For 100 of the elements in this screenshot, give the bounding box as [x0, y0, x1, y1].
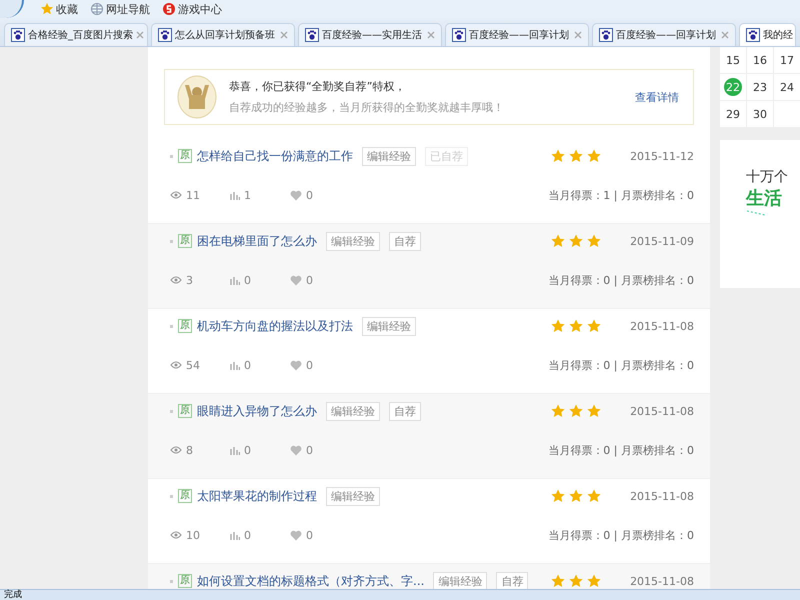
paw-icon — [599, 28, 613, 42]
close-icon — [136, 31, 144, 39]
original-badge: 原 — [178, 234, 192, 248]
bar-chart-icon — [230, 530, 240, 540]
star-icon — [569, 404, 584, 418]
calendar-day[interactable]: 24 — [778, 78, 796, 96]
bar-chart-icon — [230, 276, 240, 284]
calendar-day[interactable]: 30 — [751, 105, 769, 123]
browser-tab[interactable]: 怎么从回享计划预备班 — [151, 23, 295, 46]
like-count: 0 — [306, 358, 313, 372]
calendar-day[interactable]: 16 — [751, 51, 769, 69]
like-count: 0 — [306, 528, 313, 542]
like-count: 0 — [306, 188, 313, 202]
eye-icon — [170, 361, 182, 369]
tag-button[interactable]: 编辑经验 — [326, 232, 380, 250]
paw-icon — [305, 28, 319, 42]
date-text: 2015-11-12 — [630, 150, 694, 162]
heart-icon — [290, 274, 302, 286]
calendar-day[interactable]: 29 — [724, 105, 742, 123]
experience-title-link[interactable]: 太阳苹果花的制作过程 — [197, 488, 317, 504]
tag-button[interactable]: 编辑经验 — [362, 146, 416, 166]
star-icon — [587, 404, 602, 418]
date-text: 2015-11-08 — [630, 574, 694, 588]
browser-tab[interactable]: 百度经验——回享计划 — [445, 23, 589, 46]
monthly-votes-text: 当月得票：0 | 月票榜排名：0 — [548, 272, 694, 288]
tag-button[interactable]: 编辑经验 — [433, 572, 488, 589]
eye-icon — [170, 446, 182, 454]
star-icon — [587, 489, 602, 503]
view-count: 8 — [186, 444, 193, 456]
browser-tab[interactable]: 我的经 — [739, 23, 796, 46]
tag-button[interactable]: 自荐 — [389, 402, 421, 420]
monthly-votes-text: 当月得票：0 | 月票榜排名：0 — [548, 442, 694, 458]
tag-button[interactable]: 编辑经验 — [326, 402, 380, 420]
banner-text: 十万个 — [746, 168, 789, 186]
original-badge: 原 — [178, 149, 192, 163]
view-count: 3 — [186, 274, 193, 286]
bookmark-link[interactable]: 网址导航 — [90, 2, 150, 16]
vote-count: 1 — [244, 188, 251, 202]
star-icon — [551, 489, 566, 503]
trophy-person-icon — [177, 75, 217, 119]
like-count: 0 — [306, 444, 313, 456]
banner-headline: 生活 — [746, 187, 783, 210]
bar-chart-icon — [230, 446, 240, 454]
vote-count: 0 — [244, 358, 251, 372]
star-icon — [569, 234, 584, 248]
view-count: 11 — [186, 188, 200, 202]
tag-button[interactable]: 编辑经验 — [326, 486, 380, 506]
tab-title: 百度经验——回享计划 — [469, 28, 570, 42]
star-icon — [587, 149, 602, 163]
experience-title-link[interactable]: 眼睛进入异物了怎么办 — [197, 402, 317, 420]
star-icon — [587, 234, 602, 248]
calendar-day[interactable]: 23 — [751, 78, 769, 96]
paw-icon — [452, 28, 466, 42]
original-badge: 原 — [178, 489, 192, 503]
original-badge: 原 — [178, 404, 192, 418]
star-icon — [587, 319, 602, 333]
heart-icon — [290, 190, 302, 200]
tag-button[interactable]: 自荐 — [496, 572, 528, 589]
star-icon — [569, 319, 584, 333]
heart-icon — [290, 530, 302, 540]
browser-tab[interactable]: 合格经验_百度图片搜索 — [4, 23, 148, 46]
close-icon — [280, 31, 288, 39]
tab-title: 百度经验——实用生活 — [322, 28, 423, 42]
experience-title-link[interactable]: 怎样给自己找一份满意的工作 — [197, 148, 353, 164]
tag-button[interactable]: 编辑经验 — [362, 316, 416, 336]
vote-count: 0 — [244, 444, 251, 456]
star-icon — [551, 319, 566, 333]
experience-title-link[interactable]: 如何设置文档的标题格式（对齐方式、字... — [197, 572, 424, 589]
star-icon — [551, 234, 566, 248]
globe-icon — [90, 2, 104, 16]
tab-title: 怎么从回享计划预备班 — [175, 28, 276, 42]
details-link[interactable]: 查看详情 — [635, 90, 679, 104]
monthly-votes-text: 当月得票：0 | 月票榜排名：0 — [548, 358, 694, 372]
notice-title: 恭喜，你已获得“全勤奖自荐”特权， — [229, 79, 406, 94]
experience-title-link[interactable]: 困在电梯里面了怎么办 — [197, 232, 317, 250]
vote-count: 0 — [244, 528, 251, 542]
original-badge: 原 — [178, 574, 192, 588]
eye-icon — [170, 276, 182, 284]
browser-tab[interactable]: 百度经验——实用生活 — [298, 23, 442, 46]
star-icon — [569, 149, 584, 163]
bookmark-link[interactable]: 收藏 — [40, 2, 78, 16]
star-icon — [40, 2, 54, 16]
bookmark-link[interactable]: 游戏中心 — [162, 2, 222, 16]
view-count: 54 — [186, 358, 200, 372]
experience-title-link[interactable]: 机动车方向盘的握法以及打法 — [197, 318, 353, 334]
calendar-day[interactable]: 15 — [724, 51, 742, 69]
browser-tab[interactable]: 百度经验——回享计划 — [592, 23, 736, 46]
original-badge: 原 — [178, 319, 192, 333]
bar-chart-icon — [230, 190, 240, 200]
star-icon — [551, 149, 566, 163]
view-count: 10 — [186, 528, 200, 542]
tag-button[interactable]: 自荐 — [389, 232, 421, 250]
date-text: 2015-11-08 — [630, 404, 694, 418]
like-count: 0 — [306, 274, 313, 286]
date-text: 2015-11-08 — [630, 490, 694, 502]
paw-icon — [158, 28, 172, 42]
calendar-day[interactable]: 17 — [778, 51, 796, 69]
eye-icon — [170, 191, 182, 199]
vote-count: 0 — [244, 274, 251, 286]
date-text: 2015-11-09 — [630, 234, 694, 248]
